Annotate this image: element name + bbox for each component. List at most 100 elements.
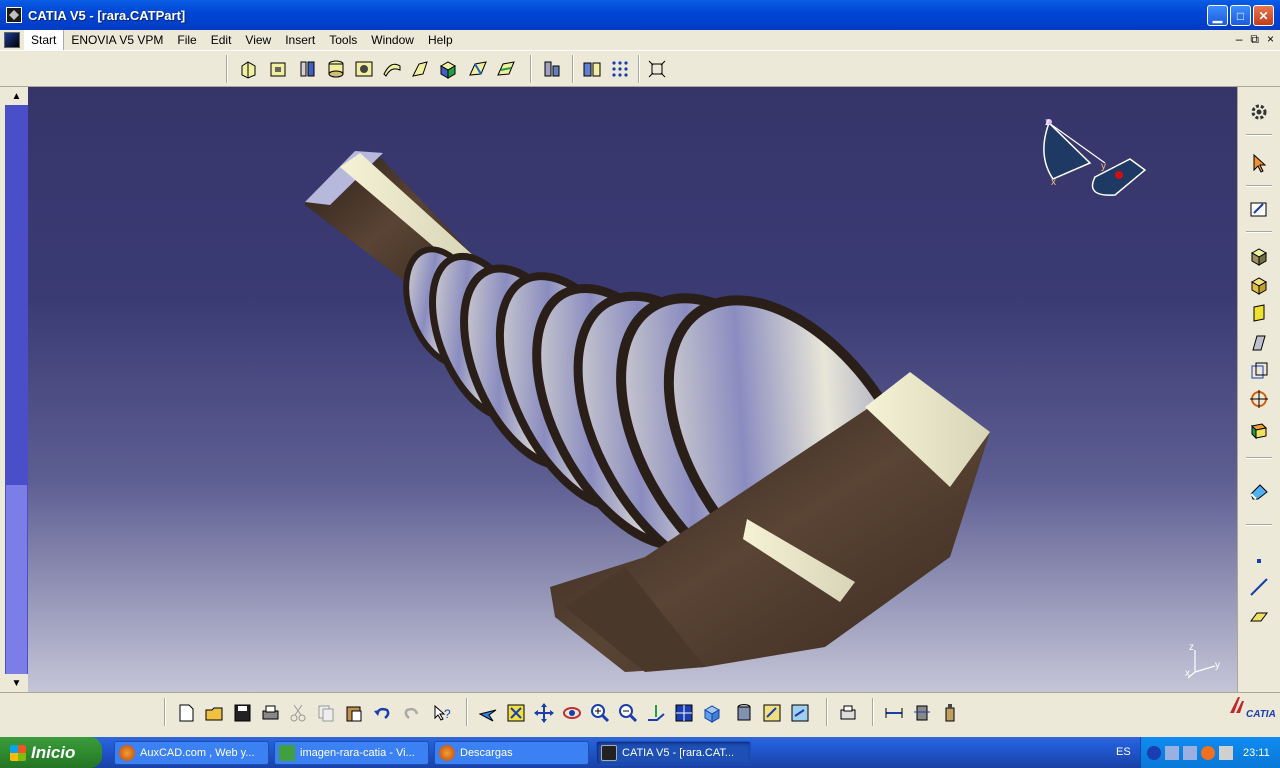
network-icon-2[interactable] (1183, 745, 1197, 760)
whats-this-icon[interactable]: ? (430, 701, 454, 725)
language-indicator[interactable]: ES (1116, 746, 1131, 758)
eraser-icon[interactable] (1247, 479, 1271, 503)
cube-yellow-icon[interactable] (1247, 301, 1271, 325)
toolbar-separator (872, 698, 874, 726)
rotate-icon[interactable] (560, 701, 584, 725)
wireframe-box-icon[interactable] (1247, 359, 1271, 383)
shading-icon[interactable] (732, 701, 756, 725)
close-button[interactable]: ✕ (1253, 5, 1274, 26)
task-firefox-auxcad[interactable]: AuxCAD.com , Web y... (114, 741, 269, 765)
toolbar-separator (530, 55, 532, 83)
network-icon[interactable] (1165, 745, 1179, 760)
measure-inertia-icon[interactable] (938, 701, 962, 725)
windows-taskbar: Inicio AuxCAD.com , Web y... imagen-rara… (0, 737, 1280, 768)
vertical-scrollbar[interactable]: ▲ ▼ (5, 87, 28, 692)
toolbar-separator (1246, 185, 1272, 187)
task-catia[interactable]: CATIA V5 - [rara.CAT... (596, 741, 751, 765)
rib-icon[interactable] (380, 57, 404, 81)
hide-show-icon[interactable] (760, 701, 784, 725)
start-label: Inicio (31, 742, 76, 762)
menu-edit[interactable]: Edit (204, 30, 239, 50)
menu-view[interactable]: View (238, 30, 278, 50)
3d-viewport[interactable]: z x y z x y (5, 87, 1237, 692)
constraint-icon[interactable] (540, 57, 564, 81)
redo-icon[interactable] (400, 701, 424, 725)
right-toolbar (1237, 87, 1280, 692)
paste-icon[interactable] (342, 701, 366, 725)
grid-icon[interactable] (608, 57, 632, 81)
tray-expand-icon[interactable] (1147, 745, 1161, 760)
scroll-thumb[interactable] (6, 485, 27, 674)
cube-shaded-icon[interactable] (1247, 244, 1271, 268)
task-downloads[interactable]: Descargas (434, 741, 589, 765)
task-image-viewer[interactable]: imagen-rara-catia - Vi... (274, 741, 429, 765)
menu-file[interactable]: File (170, 30, 203, 50)
scroll-up-arrow-icon[interactable]: ▲ (5, 87, 28, 105)
menu-tools[interactable]: Tools (322, 30, 364, 50)
firefox-icon (119, 745, 135, 761)
hole-icon[interactable] (352, 57, 376, 81)
cut-icon[interactable] (286, 701, 310, 725)
pan-icon[interactable] (532, 701, 556, 725)
copy-icon[interactable] (314, 701, 338, 725)
firefox-icon (439, 745, 455, 761)
select-arrow-icon[interactable] (1247, 151, 1271, 175)
open-folder-icon[interactable] (202, 701, 226, 725)
normal-view-icon[interactable] (644, 701, 668, 725)
measure-item-icon[interactable] (910, 701, 934, 725)
zoom-in-icon[interactable] (588, 701, 612, 725)
cube-edges-icon[interactable] (1247, 273, 1271, 297)
scroll-down-arrow-icon[interactable]: ▼ (5, 674, 28, 692)
pocket-icon[interactable] (266, 57, 290, 81)
catalog-icon[interactable] (836, 701, 860, 725)
multi-view-icon[interactable] (672, 701, 696, 725)
menu-insert[interactable]: Insert (278, 30, 322, 50)
stiffener-icon[interactable] (436, 57, 460, 81)
doc-close-button[interactable]: × (1267, 32, 1274, 47)
menu-help[interactable]: Help (421, 30, 460, 50)
zoom-out-icon[interactable] (616, 701, 640, 725)
plane-icon[interactable] (1247, 605, 1271, 629)
compass-x-label: x (1051, 177, 1056, 188)
doc-minimize-button[interactable]: – (1236, 32, 1243, 47)
system-tray: 23:11 (1140, 737, 1280, 768)
snap-icon[interactable] (645, 57, 669, 81)
shaft-icon[interactable] (296, 57, 320, 81)
doc-restore-button[interactable]: ⧉ (1250, 32, 1259, 47)
menu-window[interactable]: Window (364, 30, 421, 50)
iso-view-icon[interactable] (700, 701, 724, 725)
slot-icon[interactable] (408, 57, 432, 81)
menu-enovia[interactable]: ENOVIA V5 VPM (64, 30, 170, 50)
minimize-button[interactable]: ▁ (1207, 5, 1228, 26)
clock: 23:11 (1243, 746, 1270, 759)
compass-widget[interactable]: z x y (1035, 115, 1155, 205)
gear-icon[interactable] (1247, 100, 1271, 124)
toolbar-separator (226, 55, 228, 83)
pad-icon[interactable] (236, 57, 260, 81)
draft-icon[interactable] (1247, 331, 1271, 355)
groove-icon[interactable] (324, 57, 348, 81)
point-icon[interactable] (1247, 549, 1271, 573)
start-button[interactable]: Inicio (0, 737, 102, 768)
menu-start[interactable]: Start (24, 30, 65, 50)
save-icon[interactable] (230, 701, 254, 725)
volume-icon[interactable] (1219, 745, 1233, 760)
removed-multi-section-icon[interactable] (494, 57, 518, 81)
title-bar[interactable]: CATIA V5 - [rara.CATPart] ▁ □ ✕ (0, 0, 1280, 30)
line-icon[interactable] (1247, 575, 1271, 599)
security-icon[interactable] (1201, 745, 1215, 760)
catia-menu-icon[interactable] (4, 32, 20, 48)
multi-section-solid-icon[interactable] (466, 57, 490, 81)
measure-between-icon[interactable] (882, 701, 906, 725)
swap-visible-space-icon[interactable] (788, 701, 812, 725)
maximize-button[interactable]: □ (1230, 5, 1251, 26)
measure-icon[interactable] (580, 57, 604, 81)
undo-icon[interactable] (370, 701, 394, 725)
sketch-icon[interactable] (1247, 197, 1271, 221)
new-document-icon[interactable] (174, 701, 198, 725)
target-icon[interactable] (1247, 387, 1271, 411)
fit-all-icon[interactable] (504, 701, 528, 725)
print-icon[interactable] (258, 701, 282, 725)
shaded-box-icon[interactable] (1247, 417, 1271, 441)
fly-mode-icon[interactable] (476, 701, 500, 725)
